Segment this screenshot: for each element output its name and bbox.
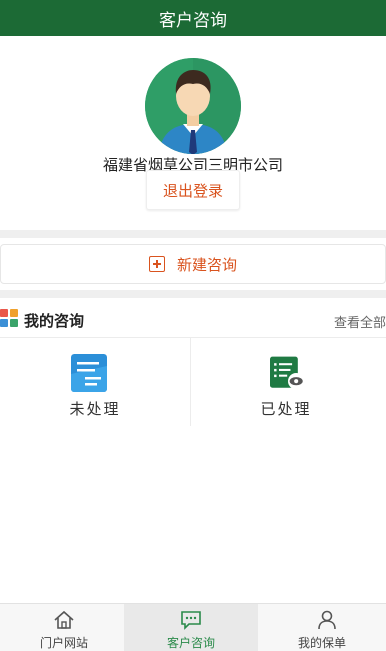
plus-icon	[148, 256, 165, 272]
my-consult-header: 我的咨询 查看全部	[0, 303, 386, 338]
top-bar: 客户咨询	[0, 0, 386, 36]
document-viewed-icon	[270, 356, 305, 390]
tab-label: 客户咨询	[166, 636, 215, 650]
tab-label: 门户网站	[39, 636, 88, 650]
new-consult-button[interactable]: 新建咨询	[0, 244, 386, 284]
avatar	[145, 58, 241, 154]
tab-label: 我的保单	[297, 636, 346, 650]
home-icon	[54, 610, 74, 629]
processed-label: 已处理	[260, 400, 312, 418]
view-all-link[interactable]: 查看全部	[334, 312, 386, 331]
new-consult-label: 新建咨询	[176, 255, 237, 274]
section-divider	[0, 290, 386, 298]
section-divider	[0, 230, 386, 238]
unprocessed-card[interactable]: 未处理	[0, 338, 190, 426]
chat-icon	[181, 611, 201, 630]
page-title: 客户咨询	[159, 10, 227, 31]
avatar-icon	[145, 58, 241, 154]
consult-status-cards: 未处理 已处理	[0, 338, 386, 426]
processed-card[interactable]: 已处理	[191, 338, 381, 426]
user-icon	[318, 610, 336, 630]
document-list-icon	[71, 354, 107, 392]
my-consult-title: 我的咨询	[24, 312, 85, 330]
logout-button[interactable]: 退出登录	[146, 170, 240, 210]
unprocessed-label: 未处理	[69, 400, 121, 418]
tab-consult[interactable]: 客户咨询	[124, 604, 258, 651]
bottom-tab-bar: 门户网站 客户咨询 我的保单	[0, 603, 386, 651]
tab-my-policy[interactable]: 我的保单	[258, 604, 386, 651]
grid-icon	[0, 309, 18, 327]
profile-section: 福建省烟草公司三明市公司 退出登录	[0, 36, 386, 230]
tab-portal[interactable]: 门户网站	[0, 604, 128, 651]
